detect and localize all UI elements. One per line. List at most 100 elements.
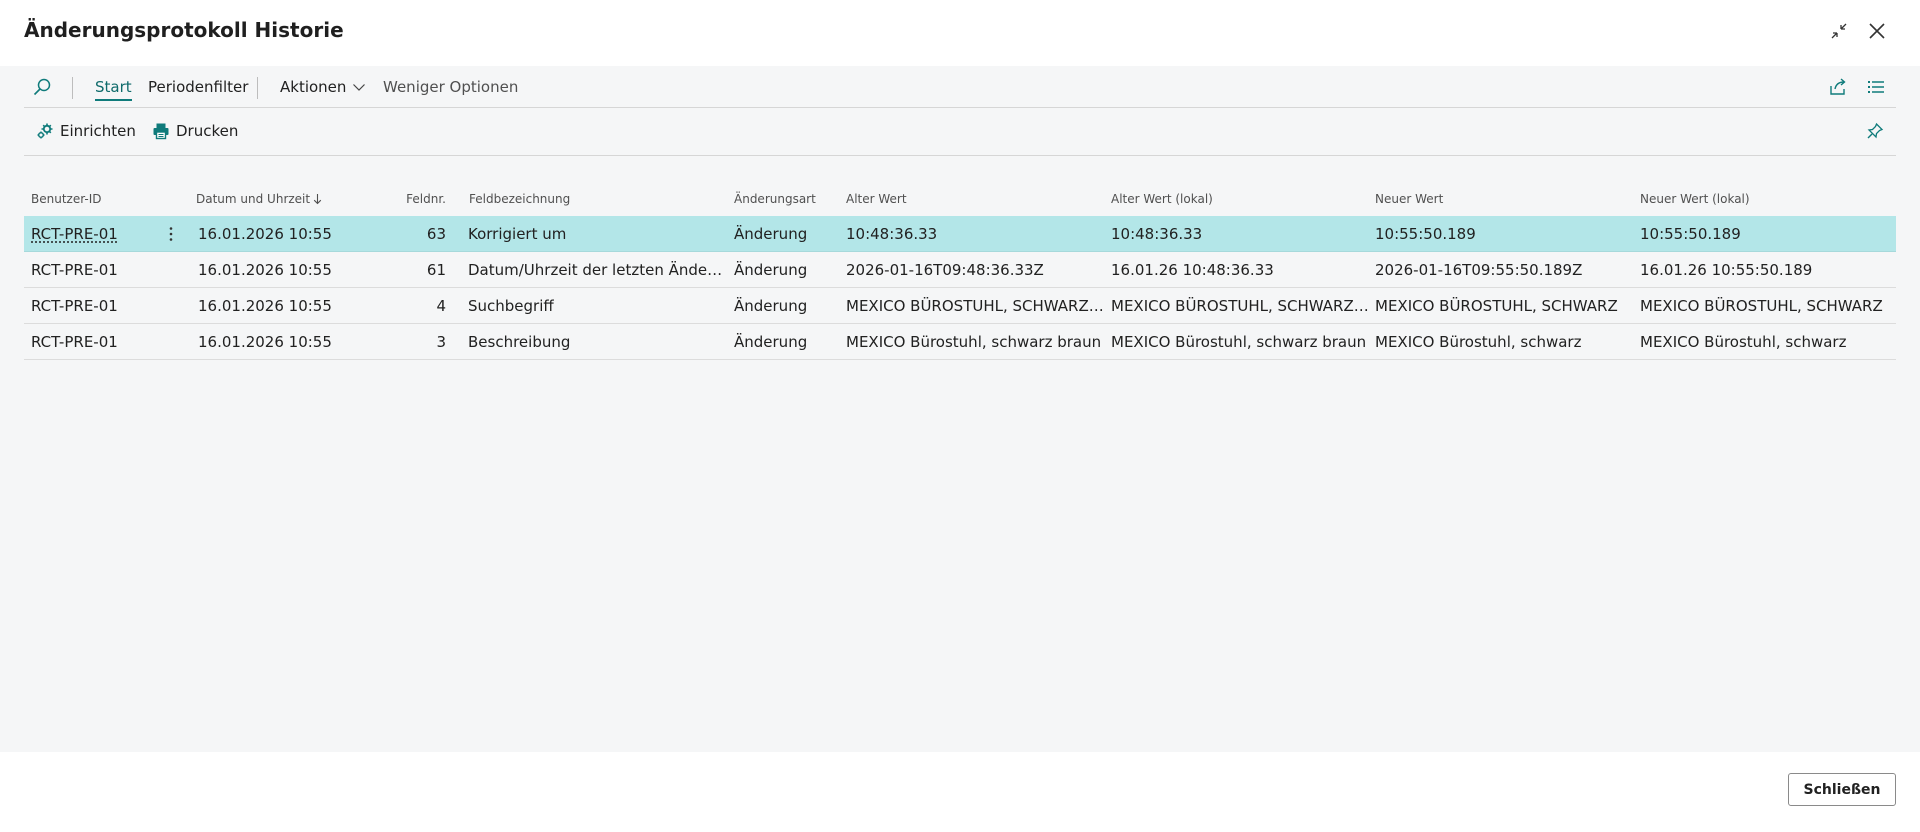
change-type-cell: Änderung [734,324,840,359]
dialog-header: Änderungsprotokoll Historie [0,0,1920,66]
column-header-label: Feldnr. [406,192,446,206]
field-no-cell: 63 [360,216,446,251]
date-time-cell: 16.01.2026 10:55 [198,288,348,323]
cell-text: 16.01.2026 10:55 [198,224,332,243]
pin-icon [1867,122,1884,139]
print-label: Drucken [176,122,239,140]
aktionen-label: Aktionen [280,78,347,96]
column-header-user-id[interactable]: Benutzer-ID [31,182,151,216]
close-icon [1869,23,1885,39]
column-header-label: Neuer Wert [1375,192,1444,206]
old-value-cell: 10:48:36.33 [846,216,1104,251]
cell-text: 10:55:50.189 [1640,224,1741,243]
tab-start-label: Start [95,78,132,96]
table-row[interactable]: RCT-PRE-01 16.01.2026 10:55 4 Suchbegrif… [24,288,1896,324]
old-value-cell: 2026-01-16T09:48:36.33Z [846,252,1104,287]
table-row[interactable]: RCT-PRE-01 16.01.2026 10:55 61 Datum/Uhr… [24,252,1896,288]
date-time-cell: 16.01.2026 10:55 [198,252,348,287]
table-row[interactable]: RCT-PRE-01 16.01.2026 10:55 63 Korrigier… [24,216,1896,252]
column-header-old-value[interactable]: Alter Wert [846,182,1104,216]
cell-text: Datum/Uhrzeit der letzten Änderung [468,260,728,279]
table-header: Benutzer-ID Datum und Uhrzeit Feldnr. Fe… [24,182,1896,216]
table-row[interactable]: RCT-PRE-01 16.01.2026 10:55 3 Beschreibu… [24,324,1896,360]
new-value-cell: 2026-01-16T09:55:50.189Z [1375,252,1633,287]
column-header-change-type[interactable]: Änderungsart [734,182,840,216]
collapse-icon [1831,23,1847,39]
field-no-cell: 61 [360,252,446,287]
cell-text: RCT-PRE-01 [31,332,118,351]
more-vertical-icon [169,226,173,241]
cell-text: 16.01.2026 10:55 [198,260,332,279]
collapse-button[interactable] [1826,18,1852,44]
new-value-local-cell: MEXICO Bürostuhl, schwarz [1640,324,1890,359]
user-id-cell[interactable]: RCT-PRE-01 [31,324,151,359]
user-id-cell[interactable]: RCT-PRE-01 [31,216,151,251]
column-header-date-time[interactable]: Datum und Uhrzeit [196,182,346,216]
printer-icon [152,122,170,140]
page-title: Änderungsprotokoll Historie [24,18,344,42]
column-header-old-value-local[interactable]: Alter Wert (lokal) [1111,182,1369,216]
column-header-field-no[interactable]: Feldnr. [360,182,446,216]
cell-text: Korrigiert um [468,224,567,243]
field-caption-cell: Suchbegriff [468,288,728,323]
cell-text: 10:48:36.33 [846,224,938,243]
new-value-local-cell: 16.01.26 10:55:50.189 [1640,252,1890,287]
fewer-options-button[interactable]: Weniger Optionen [383,66,518,108]
change-type-cell: Änderung [734,288,840,323]
cell-text: MEXICO Bürostuhl, schwarz [1640,332,1847,351]
search-button[interactable] [32,66,52,108]
cell-text: RCT-PRE-01 [31,296,118,315]
share-button[interactable] [1828,66,1848,108]
list-view-button[interactable] [1866,66,1886,108]
fewer-options-label: Weniger Optionen [383,78,519,96]
close-button[interactable]: Schließen [1788,773,1896,806]
column-header-field-caption[interactable]: Feldbezeichnung [469,182,729,216]
column-header-label: Änderungsart [734,192,816,206]
tab-periodenfilter[interactable]: Periodenfilter [148,66,248,108]
cell-text: 16.01.2026 10:55 [198,296,332,315]
cell-text: MEXICO Bürostuhl, schwarz braun [1111,332,1367,351]
setup-icon [36,122,54,140]
field-no-cell: 4 [360,288,446,323]
pin-button[interactable] [1866,108,1884,154]
new-value-local-cell: MEXICO BÜROSTUHL, SCHWARZ [1640,288,1890,323]
active-tab-indicator [95,99,132,101]
sort-down-arrow-icon [313,193,322,205]
old-value-local-cell: MEXICO Bürostuhl, schwarz braun [1111,324,1369,359]
cell-text: 10:55:50.189 [1375,224,1476,243]
setup-button[interactable]: Einrichten [36,108,136,154]
column-header-label: Feldbezeichnung [469,192,571,206]
column-header-new-value-local[interactable]: Neuer Wert (lokal) [1640,182,1890,216]
divider [72,77,73,99]
row-menu-button[interactable] [164,216,178,251]
field-caption-cell: Beschreibung [468,324,728,359]
cell-text: MEXICO BÜROSTUHL, SCHWARZ [1640,296,1883,315]
change-type-cell: Änderung [734,252,840,287]
list-view-icon [1868,81,1884,93]
cell-text: 16.01.2026 10:55 [198,332,332,351]
column-header-new-value[interactable]: Neuer Wert [1375,182,1633,216]
old-value-cell: MEXICO BÜROSTUHL, SCHWARZ BRA... [846,288,1104,323]
field-caption-cell: Korrigiert um [468,216,728,251]
cell-text: RCT-PRE-01 [31,224,118,243]
old-value-local-cell: 10:48:36.33 [1111,216,1369,251]
cell-text: MEXICO BÜROSTUHL, SCHWARZ [1375,296,1618,315]
cell-text: 2026-01-16T09:55:50.189Z [1375,260,1583,279]
aktionen-menu[interactable]: Aktionen [280,66,366,108]
dialog-footer: Schließen [0,752,1920,832]
cell-text: Änderung [734,296,808,315]
date-time-cell: 16.01.2026 10:55 [198,216,348,251]
cell-text: MEXICO Bürostuhl, schwarz [1375,332,1582,351]
share-icon [1830,78,1846,95]
user-id-cell[interactable]: RCT-PRE-01 [31,288,151,323]
print-button[interactable]: Drucken [152,108,238,154]
setup-label: Einrichten [60,122,136,140]
close-dialog-button[interactable] [1864,18,1890,44]
cell-text: Beschreibung [468,332,571,351]
cell-text: Änderung [734,332,808,351]
user-id-cell[interactable]: RCT-PRE-01 [31,252,151,287]
tab-start[interactable]: Start [95,66,132,108]
column-header-label: Alter Wert [846,192,907,206]
cell-text: RCT-PRE-01 [31,260,118,279]
search-icon [33,78,51,96]
